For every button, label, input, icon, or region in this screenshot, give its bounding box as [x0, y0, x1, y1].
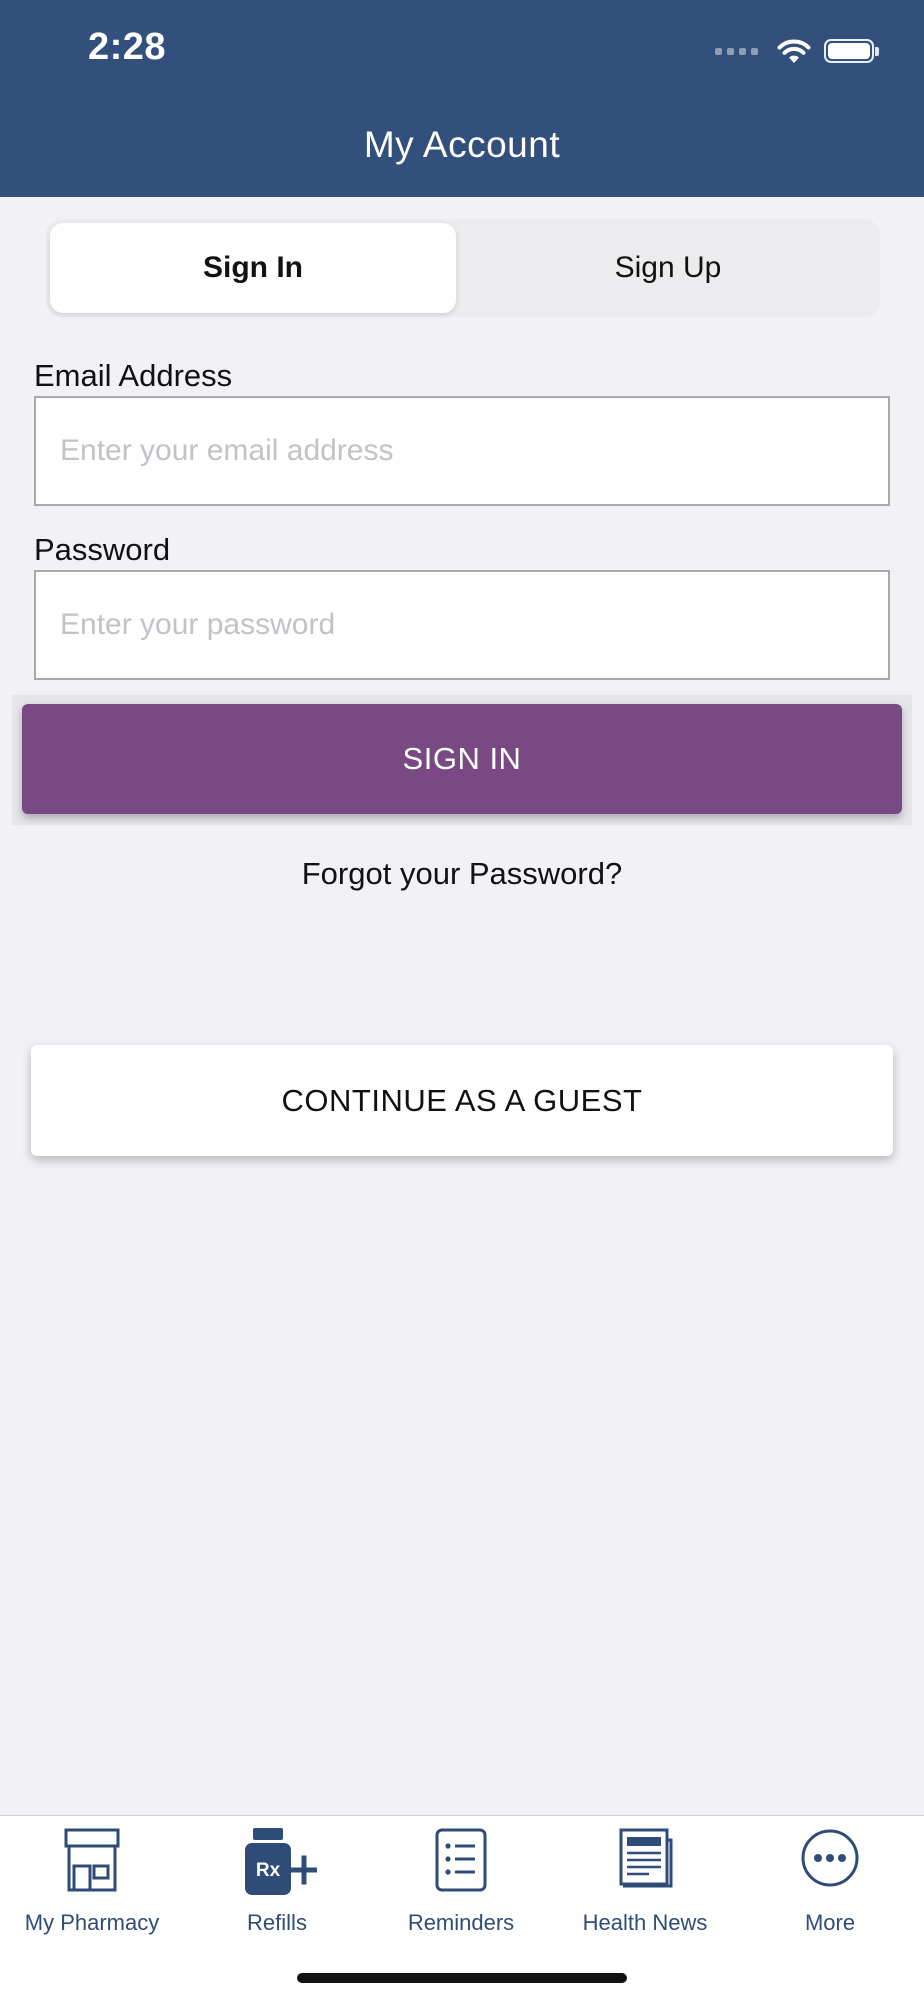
tab-label: Refills: [247, 1910, 307, 1935]
tab-sign-in[interactable]: Sign In: [50, 223, 456, 313]
app-header: 2:28 My Account: [0, 0, 924, 197]
status-time: 2:28: [88, 26, 167, 68]
rx-badge-text: Rx: [256, 1860, 281, 1881]
tab-sign-up[interactable]: Sign Up: [460, 223, 876, 313]
tab-label: Health News: [582, 1910, 708, 1935]
page-title: My Account: [363, 124, 561, 165]
tab-more[interactable]: More: [738, 1828, 922, 1948]
more-circle-icon: [801, 1829, 859, 1887]
battery-icon: [824, 39, 879, 63]
tab-my-pharmacy[interactable]: My Pharmacy: [0, 1828, 184, 1948]
newspaper-icon: [619, 1828, 673, 1888]
status-icons: [715, 34, 879, 68]
email-field[interactable]: [34, 396, 890, 506]
tab-refills[interactable]: Rx Refills: [185, 1828, 369, 1948]
auth-mode-segmented-control: Sign In Sign Up: [46, 219, 880, 317]
password-field[interactable]: [34, 570, 890, 680]
email-label: Email Address: [34, 358, 233, 393]
tab-label: My Pharmacy: [24, 1910, 160, 1935]
forgot-password-link[interactable]: Forgot your Password?: [0, 856, 924, 892]
sign-in-button[interactable]: SIGN IN: [22, 704, 902, 814]
home-indicator[interactable]: [297, 1973, 627, 1983]
tab-health-news[interactable]: Health News: [553, 1828, 737, 1948]
continue-as-guest-button[interactable]: CONTINUE AS A GUEST: [31, 1045, 893, 1156]
password-label: Password: [34, 532, 171, 567]
tab-reminders[interactable]: Reminders: [369, 1828, 553, 1948]
cellular-signal-icon: [715, 47, 758, 55]
tab-label: More: [804, 1910, 856, 1935]
tab-label: Reminders: [407, 1910, 515, 1935]
rx-bottle-plus-icon: Rx: [245, 1828, 317, 1895]
storefront-icon: [64, 1828, 120, 1892]
checklist-icon: [435, 1828, 487, 1892]
wifi-icon: [777, 39, 811, 63]
